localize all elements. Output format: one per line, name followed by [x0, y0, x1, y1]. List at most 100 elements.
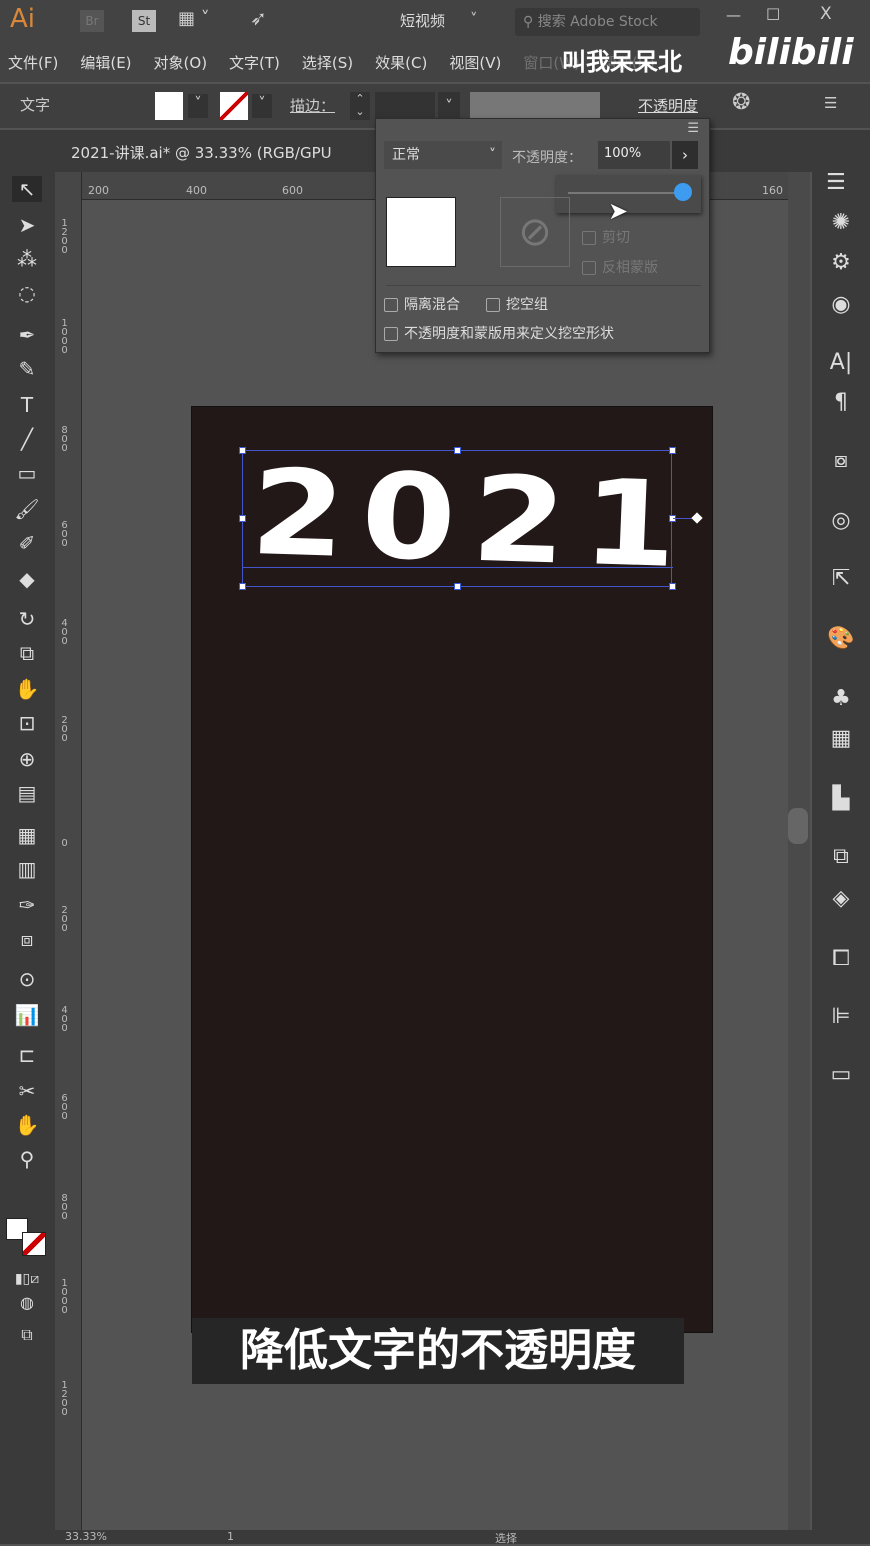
- warp-tool-icon[interactable]: ✋: [12, 676, 42, 702]
- invert-mask-checkbox[interactable]: 反相蒙版: [582, 257, 658, 277]
- menu-object[interactable]: 对象(O): [154, 52, 208, 73]
- eyedropper-tool-icon[interactable]: ✑: [12, 892, 42, 918]
- opacity-slider-track[interactable]: [568, 192, 683, 194]
- menu-view[interactable]: 视图(V): [449, 52, 501, 73]
- menu-select[interactable]: 选择(S): [302, 52, 353, 73]
- scale-tool-icon[interactable]: ⧉: [12, 640, 42, 666]
- rotate-tool-icon[interactable]: ↻: [12, 606, 42, 632]
- swatches-icon[interactable]: ◉: [826, 290, 856, 320]
- character-panel-icon[interactable]: A|: [826, 348, 856, 378]
- opacity-slider-knob[interactable]: [674, 183, 692, 201]
- resize-handle[interactable]: [239, 515, 246, 522]
- chevron-down-icon[interactable]: ˅: [470, 10, 478, 28]
- menu-type[interactable]: 文字(T): [229, 52, 280, 73]
- resize-handle[interactable]: [669, 583, 676, 590]
- image-trace-icon[interactable]: ⧇: [826, 446, 856, 476]
- screen-mode-icon[interactable]: ⧉: [12, 1322, 42, 1348]
- menu-effect[interactable]: 效果(C): [375, 52, 427, 73]
- stroke-weight-input[interactable]: [375, 92, 435, 120]
- stock-button[interactable]: St: [132, 10, 156, 32]
- opacity-mask-knockout-checkbox[interactable]: 不透明度和蒙版用来定义挖空形状: [384, 323, 614, 343]
- eraser-tool-icon[interactable]: ◆: [12, 566, 42, 592]
- stroke-color-swatch[interactable]: [22, 1232, 46, 1256]
- symbol-sprayer-tool-icon[interactable]: ⊙: [12, 966, 42, 992]
- resize-handle[interactable]: [239, 447, 246, 454]
- opacity-link[interactable]: 不透明度: [638, 95, 698, 116]
- menu-file[interactable]: 文件(F): [8, 52, 58, 73]
- shaper-tool-icon[interactable]: ✐: [12, 530, 42, 556]
- scrollbar-thumb[interactable]: [788, 808, 808, 844]
- blend-tool-icon[interactable]: ⧈: [12, 926, 42, 952]
- panel-menu-icon[interactable]: ☰: [687, 121, 699, 136]
- export-icon[interactable]: ⇱: [826, 564, 856, 594]
- mesh-tool-icon[interactable]: ▦: [12, 822, 42, 848]
- pen-tool-icon[interactable]: ✒: [12, 322, 42, 348]
- color-panel-icon[interactable]: ✺: [826, 208, 856, 238]
- stroke-label[interactable]: 描边：: [290, 95, 335, 116]
- opacity-input[interactable]: 100%: [598, 141, 670, 169]
- menu-edit[interactable]: 编辑(E): [80, 52, 131, 73]
- free-transform-tool-icon[interactable]: ⊡: [12, 710, 42, 736]
- artboard[interactable]: 2021: [192, 407, 712, 1332]
- gradient-tool-icon[interactable]: ▥: [12, 856, 42, 882]
- stroke-weight-dropdown[interactable]: ˅: [438, 92, 460, 120]
- lasso-tool-icon[interactable]: ◌: [12, 280, 42, 306]
- color-guide-icon[interactable]: ⚙: [826, 248, 856, 278]
- stock-search-input[interactable]: ⚲ 搜索 Adobe Stock: [515, 8, 700, 36]
- isolate-blending-checkbox[interactable]: 隔离混合: [384, 294, 460, 314]
- artboard-number-field[interactable]: 1: [227, 1530, 234, 1543]
- recolor-artwork-icon[interactable]: ❂: [732, 90, 750, 115]
- color-mode-icons[interactable]: ▮▯⧄: [12, 1266, 42, 1292]
- zoom-tool-icon[interactable]: ⚲: [12, 1146, 42, 1172]
- knockout-group-checkbox[interactable]: 挖空组: [486, 294, 548, 314]
- workspace-switcher[interactable]: 短视频: [400, 10, 445, 31]
- stroke-swatch[interactable]: [220, 92, 248, 120]
- line-tool-icon[interactable]: ╱: [12, 426, 42, 452]
- perspective-grid-tool-icon[interactable]: ▤: [12, 780, 42, 806]
- opacity-slider-toggle[interactable]: ›: [672, 141, 698, 169]
- graphic-styles-icon[interactable]: 🎨: [826, 624, 856, 654]
- paragraph-panel-icon[interactable]: ¶: [826, 388, 856, 418]
- panel-menu-icon[interactable]: ☰: [824, 94, 837, 112]
- blend-mode-dropdown[interactable]: 正常 ˅: [384, 141, 502, 169]
- artboards-panel-icon[interactable]: ⧉: [826, 842, 856, 872]
- vertical-ruler[interactable]: [55, 172, 82, 1532]
- brush-definition[interactable]: [470, 92, 600, 120]
- arrange-documents-icon[interactable]: ▦ ˅: [178, 8, 210, 29]
- stroke-dropdown[interactable]: ˅: [252, 94, 272, 118]
- object-thumbnail[interactable]: [386, 197, 456, 267]
- close-button[interactable]: X: [820, 4, 832, 24]
- column-graph-tool-icon[interactable]: 📊: [12, 1002, 42, 1028]
- selection-tool-icon[interactable]: ↖: [12, 176, 42, 202]
- asset-export-icon[interactable]: ▙: [826, 784, 856, 814]
- type-tool-icon[interactable]: T: [12, 392, 42, 418]
- maximize-button[interactable]: □: [766, 4, 780, 22]
- paintbrush-tool-icon[interactable]: 🖌: [12, 496, 42, 522]
- artboard-tool-icon[interactable]: ⊏: [12, 1042, 42, 1068]
- bridge-button[interactable]: Br: [80, 10, 104, 32]
- resize-handle[interactable]: [454, 447, 461, 454]
- text-selection-bounding-box[interactable]: 2021: [239, 443, 703, 594]
- direct-selection-tool-icon[interactable]: ➤: [12, 212, 42, 238]
- gpu-rocket-icon[interactable]: ➶: [250, 6, 267, 30]
- brushes-icon[interactable]: ▦: [826, 724, 856, 754]
- fill-dropdown[interactable]: ˅: [188, 94, 208, 118]
- resize-handle[interactable]: [454, 583, 461, 590]
- fill-swatch[interactable]: [155, 92, 183, 120]
- creative-cloud-libraries-icon[interactable]: ◎: [826, 506, 856, 536]
- symbols-icon[interactable]: ♣: [826, 684, 856, 714]
- rectangle-tool-icon[interactable]: ▭: [12, 460, 42, 486]
- align-panel-icon[interactable]: ⊫: [826, 1002, 856, 1032]
- transparency-panel-icon[interactable]: ▭: [826, 1060, 856, 1090]
- layers-panel-icon[interactable]: ◈: [826, 884, 856, 914]
- resize-handle[interactable]: [239, 583, 246, 590]
- slice-tool-icon[interactable]: ✂: [12, 1078, 42, 1104]
- hand-tool-icon[interactable]: ✋: [12, 1112, 42, 1138]
- document-tab[interactable]: 2021-讲课.ai* @ 33.33% (RGB/GPU: [71, 142, 332, 163]
- zoom-level-field[interactable]: 33.33%: [65, 1530, 107, 1543]
- magic-wand-tool-icon[interactable]: ⁂: [12, 246, 42, 272]
- drawing-mode-icon[interactable]: ◍: [12, 1290, 42, 1316]
- artboard-text[interactable]: 2021: [248, 443, 695, 594]
- pathfinder-icon[interactable]: ⧠: [826, 944, 856, 974]
- minimize-button[interactable]: —: [726, 6, 741, 24]
